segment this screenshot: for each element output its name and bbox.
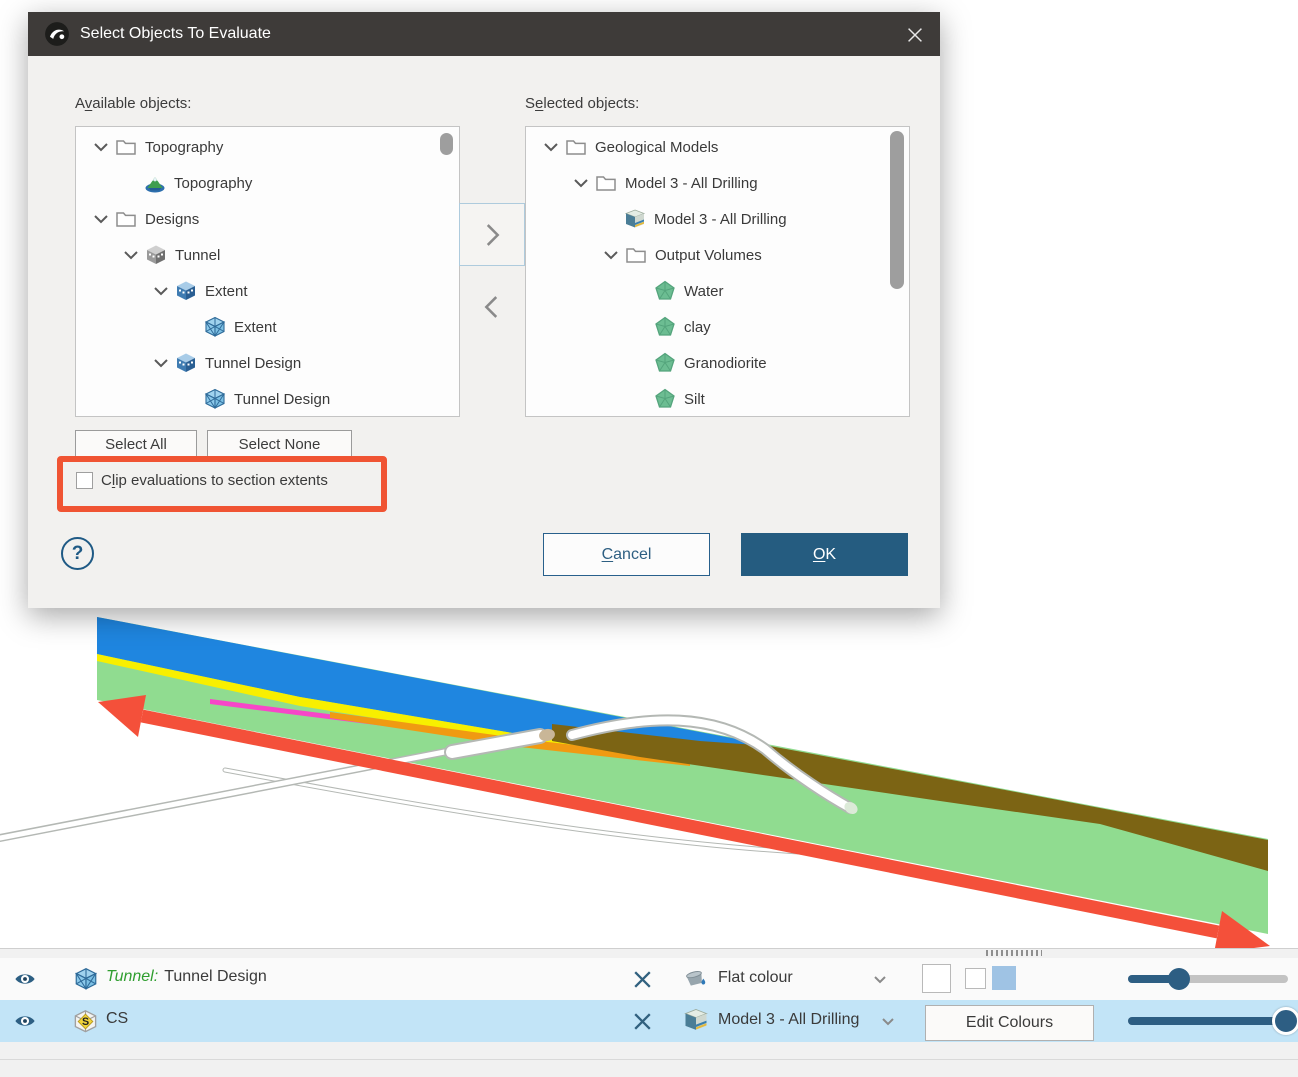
slider-thumb[interactable] — [1168, 968, 1190, 990]
folder-icon — [114, 207, 138, 231]
chevron-down-icon[interactable] — [149, 279, 173, 303]
chevron-left-icon — [475, 290, 509, 324]
chevron-down-icon[interactable] — [868, 967, 892, 991]
select-all-button[interactable]: Select All — [75, 430, 197, 458]
output-volume-icon — [653, 315, 677, 339]
tree-item-output-volumes[interactable]: Output Volumes — [526, 237, 909, 273]
tree-item-model3[interactable]: Model 3 - All Drilling — [526, 201, 909, 237]
tree-item-model3-folder[interactable]: Model 3 - All Drilling — [526, 165, 909, 201]
highlight-colour-swatch[interactable] — [992, 966, 1016, 990]
tree-item-silt[interactable]: Silt — [526, 381, 909, 417]
available-objects-label: Available objects: — [75, 95, 191, 112]
output-volume-icon — [653, 387, 677, 411]
opacity-slider[interactable] — [1128, 967, 1288, 991]
leapfrog-logo-icon — [44, 21, 70, 47]
tree-item-water[interactable]: Water — [526, 273, 909, 309]
output-volume-icon — [653, 279, 677, 303]
colour-mode-dropdown[interactable]: Flat colour — [682, 964, 793, 992]
tree-item-topography-folder[interactable]: Topography — [76, 129, 459, 165]
tree-item-tunnel-design-mesh[interactable]: Tunnel Design — [76, 381, 459, 417]
output-volume-icon — [653, 351, 677, 375]
move-right-button[interactable] — [459, 203, 525, 266]
chevron-down-icon[interactable] — [149, 351, 173, 375]
folder-icon — [114, 135, 138, 159]
chevron-down-icon[interactable] — [569, 171, 593, 195]
shape-row-cross-section[interactable]: CS Model 3 - All Drilling Edit Colours — [0, 1000, 1298, 1042]
scrollbar-thumb[interactable] — [440, 133, 453, 155]
evaluation-dropdown[interactable]: Model 3 - All Drilling — [682, 1006, 859, 1034]
shape-row-label: Tunnel:Tunnel Design — [106, 968, 267, 986]
flat-colour-bucket-icon — [682, 964, 710, 992]
design-cube-gray-icon — [144, 243, 168, 267]
geological-model-icon — [682, 1006, 710, 1034]
design-cube-blue-icon — [174, 279, 198, 303]
visibility-eye-icon[interactable] — [12, 1010, 38, 1032]
select-objects-dialog: Select Objects To Evaluate Available obj… — [28, 12, 940, 608]
shape-row-tunnel-design[interactable]: Tunnel:Tunnel Design Flat colour — [0, 958, 1298, 1000]
folder-icon — [624, 243, 648, 267]
selected-objects-label: Selected objects: — [525, 95, 639, 112]
mesh-cube-icon — [203, 387, 227, 411]
tree-item-extent-container[interactable]: Extent — [76, 273, 459, 309]
chevron-down-icon[interactable] — [119, 243, 143, 267]
chevron-right-icon — [475, 218, 509, 252]
selected-objects-tree: Geological Models Model 3 - All Drilling… — [525, 126, 910, 417]
shape-row-label: CS — [106, 1010, 128, 1028]
leapfrog-app-window: { "window": { "title": "Select Objects T… — [0, 0, 1298, 1077]
tree-item-extent-mesh[interactable]: Extent — [76, 309, 459, 345]
remove-from-scene-icon[interactable] — [630, 1009, 655, 1034]
panel-divider — [0, 1059, 1298, 1060]
ok-button[interactable]: OK — [741, 533, 908, 576]
mesh-cube-icon — [73, 966, 99, 992]
move-left-button[interactable] — [459, 273, 525, 340]
panel-resize-grip[interactable] — [986, 950, 1042, 956]
cancel-button[interactable]: Cancel — [543, 533, 710, 576]
opacity-slider[interactable] — [1128, 1009, 1288, 1033]
remove-from-scene-icon[interactable] — [630, 967, 655, 992]
chevron-down-icon[interactable] — [599, 243, 623, 267]
edit-colours-button[interactable]: Edit Colours — [925, 1005, 1094, 1041]
chevron-down-icon[interactable] — [89, 135, 113, 159]
tree-item-clay[interactable]: clay — [526, 309, 909, 345]
mesh-cube-icon — [203, 315, 227, 339]
folder-icon — [594, 171, 618, 195]
visibility-eye-icon[interactable] — [12, 968, 38, 990]
chevron-down-icon[interactable] — [876, 1009, 900, 1033]
select-none-button[interactable]: Select None — [207, 430, 352, 458]
tree-item-granodiorite[interactable]: Granodiorite — [526, 345, 909, 381]
chevron-down-icon[interactable] — [89, 207, 113, 231]
design-cube-blue-icon — [174, 351, 198, 375]
cross-section — [97, 617, 1268, 934]
dialog-title: Select Objects To Evaluate — [80, 25, 271, 43]
tree-item-geological-models[interactable]: Geological Models — [526, 129, 909, 165]
tree-item-designs-folder[interactable]: Designs — [76, 201, 459, 237]
shape-list-panel: Tunnel:Tunnel Design Flat colour CS Mode… — [0, 948, 1298, 1077]
flat-colour-swatch[interactable] — [922, 964, 951, 993]
tree-item-tunnel-design-container[interactable]: Tunnel Design — [76, 345, 459, 381]
slider-thumb[interactable] — [1272, 1007, 1298, 1035]
available-objects-tree: Topography Topography Designs Tunnel Ext… — [75, 126, 460, 417]
clip-evaluations-label: Clip evaluations to section extents — [101, 472, 328, 489]
tree-item-topography[interactable]: Topography — [76, 165, 459, 201]
scrollbar-thumb[interactable] — [890, 131, 904, 289]
secondary-colour-swatch[interactable] — [965, 968, 986, 989]
tree-item-tunnel[interactable]: Tunnel — [76, 237, 459, 273]
topography-icon — [143, 171, 167, 195]
chevron-down-icon[interactable] — [539, 135, 563, 159]
dialog-title-bar[interactable]: Select Objects To Evaluate — [28, 12, 940, 56]
slider-fill — [1128, 1017, 1283, 1025]
geological-model-icon — [623, 207, 647, 231]
close-icon[interactable] — [904, 24, 926, 46]
clip-evaluations-checkbox[interactable] — [76, 472, 93, 489]
folder-icon — [564, 135, 588, 159]
cross-section-icon — [72, 1008, 99, 1035]
help-button[interactable]: ? — [61, 537, 94, 570]
